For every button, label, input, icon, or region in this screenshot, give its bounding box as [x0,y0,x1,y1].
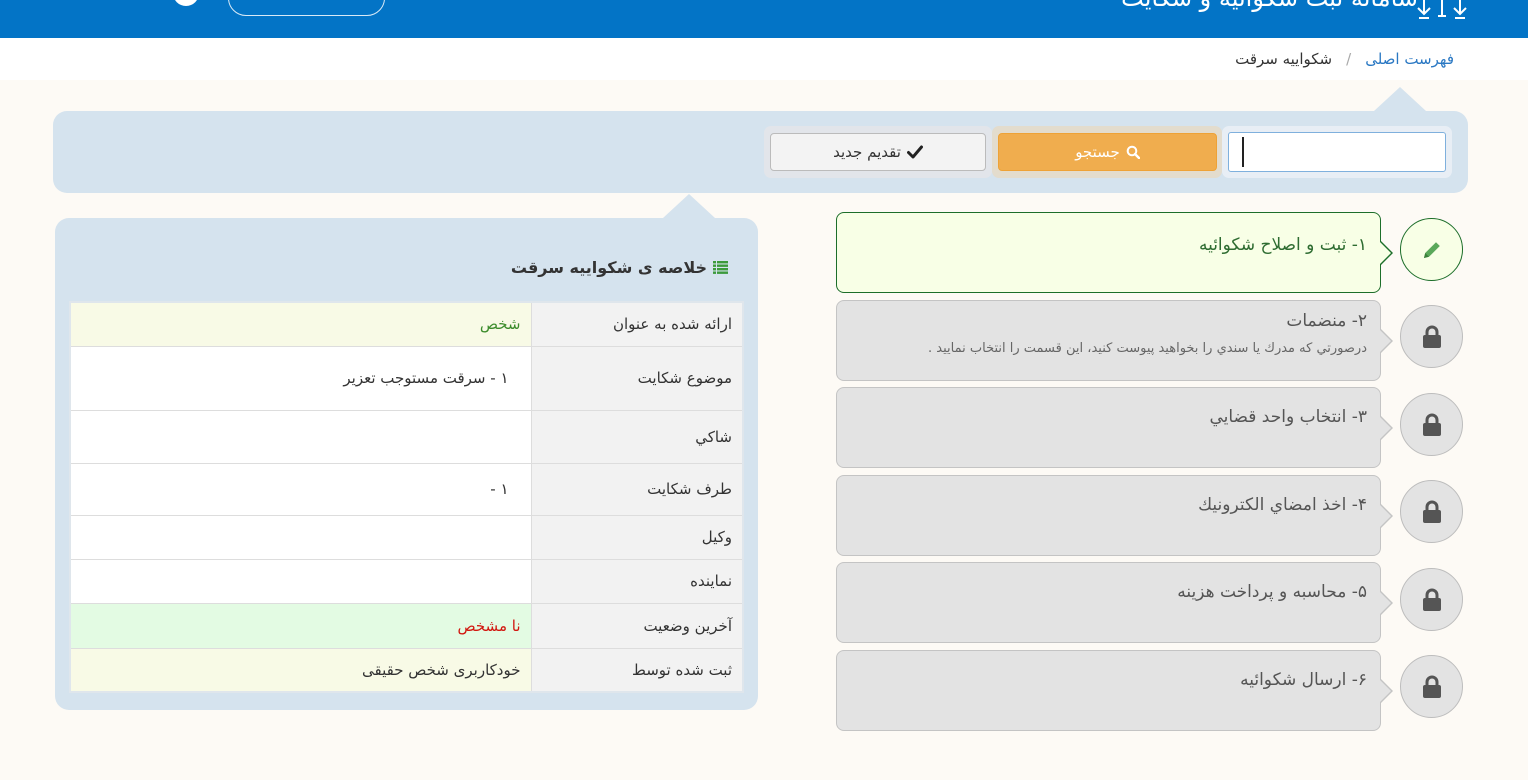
summary-table: ارائه شده به عنوان شخص موضوع شكايت ۱ - س… [69,301,744,693]
breadcrumb-home-link[interactable]: فهرست اصلی [1365,50,1454,68]
row-value [69,409,532,464]
row-value: شخص [69,301,532,347]
row-label: شاكي [530,409,744,464]
row-label: ارائه شده به عنوان [530,301,744,347]
step-5-payment[interactable]: ۵- محاسبه و پرداخت هزینه [836,562,1393,643]
step-3-status-circle [1400,393,1463,456]
table-row: وكيل [69,514,744,560]
table-row: طرف شكايت ۱ - [69,462,744,516]
breadcrumb: فهرست اصلی / شکواییه سرقت [1235,50,1454,68]
step-pointer [1379,590,1393,616]
step-5-status-circle [1400,568,1463,631]
step-title: ۴- اخذ امضاي الكترونيك [1198,495,1367,515]
step-title: ۱- ثبت و اصلاح شکوائیه [1198,235,1367,255]
table-row: موضوع شكايت ۱ - سرقت مستوجب تعزیر [69,345,744,411]
lock-icon [1422,500,1441,523]
summary-panel: خلاصه ی شکواییه سرقت ارائه شده به عنوان … [55,218,758,710]
step-3-court-unit[interactable]: ۳- انتخاب واحد قضايي [836,387,1393,468]
step-1-register[interactable]: ۱- ثبت و اصلاح شکوائیه [836,212,1393,293]
step-pointer [1379,240,1393,266]
summary-title: خلاصه ی شکواییه سرقت [511,258,728,277]
step-1-status-circle [1400,218,1463,281]
step-6-status-circle [1400,655,1463,718]
table-row: ارائه شده به عنوان شخص [69,301,744,347]
table-row: شاكي [69,409,744,464]
text-caret [1242,137,1244,167]
row-label: طرف شكايت [530,462,744,516]
top-header-bar: سامانه ثبت شکوائیه و شکایت [0,0,1528,38]
check-icon [906,145,923,159]
search-input[interactable] [1228,132,1446,172]
lock-icon [1422,325,1441,348]
search-panel-pointer [1374,87,1426,111]
list-icon [713,261,728,274]
step-title: ۶- ارسال شکوائیه [1240,670,1367,690]
breadcrumb-bar: فهرست اصلی / شکواییه سرقت [0,38,1528,80]
search-icon [1126,145,1140,159]
row-label: آخرین وضعیت [530,602,744,649]
pencil-icon [1423,241,1440,258]
step-2-attachments[interactable]: ۲- منضمات درصورتي كه مدرك يا سندي را بخو… [836,300,1393,381]
lock-icon [1422,413,1441,436]
breadcrumb-current: شکواییه سرقت [1235,50,1333,68]
app-title: سامانه ثبت شکوائیه و شکایت [1121,0,1418,12]
row-value [69,514,532,560]
step-4-status-circle [1400,480,1463,543]
search-button[interactable]: جستجو [998,133,1217,171]
row-label: موضوع شكايت [530,345,744,411]
status-value: نا مشخص [69,602,532,649]
row-value: ۱ - سرقت مستوجب تعزیر [69,345,532,411]
step-4-e-signature[interactable]: ۴- اخذ امضاي الكترونيك [836,475,1393,556]
table-row: نماينده [69,558,744,604]
lock-icon [1422,588,1441,611]
step-6-send[interactable]: ۶- ارسال شکوائیه [836,650,1393,731]
table-row: آخرین وضعیت نا مشخص [69,602,744,649]
step-2-status-circle [1400,305,1463,368]
breadcrumb-separator: / [1346,50,1352,68]
summary-panel-pointer [663,194,715,218]
row-value [69,558,532,604]
step-pointer [1379,328,1393,354]
step-pointer [1379,678,1393,704]
step-title: ۲- منضمات [1286,311,1367,331]
new-submission-button[interactable]: تقدیم جدید [770,133,986,171]
row-label: نماينده [530,558,744,604]
user-menu-button[interactable] [228,0,385,16]
lock-icon [1422,675,1441,698]
profile-avatar[interactable] [173,0,199,6]
new-submission-label: تقدیم جدید [833,143,901,161]
row-label: ثبت شده توسط [530,647,744,693]
step-pointer [1379,415,1393,441]
row-value: خودکاربری شخص حقیقی [69,647,532,693]
search-button-label: جستجو [1075,143,1120,161]
summary-title-text: خلاصه ی شکواییه سرقت [510,258,707,277]
step-pointer [1379,503,1393,529]
row-value: ۱ - [69,462,532,516]
judiciary-logo-icon [1417,0,1467,19]
step-description: درصورتي كه مدرك يا سندي را بخواهيد پيوست… [928,341,1367,356]
step-title: ۳- انتخاب واحد قضايي [1209,407,1367,427]
step-title: ۵- محاسبه و پرداخت هزینه [1177,582,1367,602]
row-label: وكيل [530,514,744,560]
table-row: ثبت شده توسط خودکاربری شخص حقیقی [69,647,744,693]
